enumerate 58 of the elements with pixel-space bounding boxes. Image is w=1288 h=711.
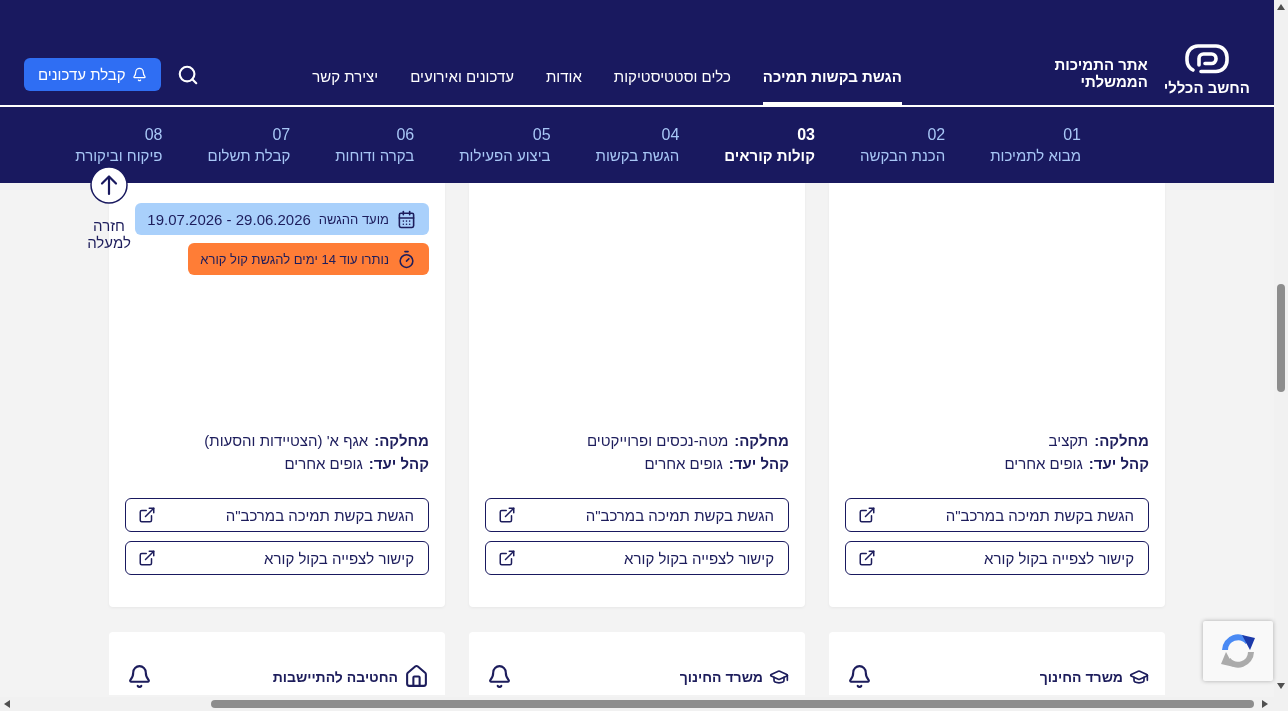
audience-value: גופים אחרים [284, 455, 363, 473]
bell-icon [847, 664, 872, 689]
external-link-button[interactable]: קישור לצפייה בקול קורא [845, 541, 1149, 575]
department-label: מחלקה: [734, 432, 789, 450]
notify-button[interactable] [487, 664, 512, 689]
nav-tab[interactable]: כלים וסטטיסטיקות [613, 48, 731, 105]
nav-tab[interactable]: עדכונים ואירועים [410, 48, 514, 105]
notify-button[interactable] [127, 664, 152, 689]
external-link-icon [138, 549, 156, 567]
scrollbar-thumb[interactable] [1277, 284, 1285, 392]
search-button[interactable] [176, 63, 199, 86]
logo-text: החשב הכללי [1163, 79, 1250, 97]
audience-label: קהל יעד: [728, 455, 789, 473]
audience-label: קהל יעד: [1088, 455, 1149, 473]
external-link-button[interactable]: הגשת בקשת תמיכה במרכב"ה [125, 498, 429, 532]
department-value: תקציב [1048, 432, 1089, 450]
scroll-arrow-icon[interactable] [1277, 682, 1285, 690]
bell-icon [487, 664, 512, 689]
site-title: אתר התמיכות הממשלתי [1053, 55, 1148, 90]
nav-tab[interactable]: אודות [545, 48, 582, 105]
audience-label: קהל יעד: [368, 455, 429, 473]
external-link-icon [138, 506, 156, 524]
card-title: החטיבה להתיישבות [272, 668, 398, 685]
scroll-arrow-icon[interactable] [1277, 3, 1285, 11]
external-link-icon [858, 549, 876, 567]
notify-button[interactable] [847, 664, 872, 689]
deadline-dates: 29.06.2026 - 19.07.2026 [147, 210, 311, 228]
card-title: משרד החינוך [679, 668, 763, 685]
department-label: מחלקה: [374, 432, 429, 450]
card-title: משרד החינוך [1039, 668, 1123, 685]
nav-tab[interactable]: יצירת קשר [312, 48, 379, 105]
external-link-button[interactable]: קישור לצפייה בקול קורא [485, 541, 789, 575]
bell-icon [131, 67, 147, 82]
scrollbar-thumb[interactable] [211, 700, 1254, 708]
calendar-icon [397, 209, 416, 229]
external-link-icon [858, 506, 876, 524]
stopwatch-icon [397, 249, 416, 269]
subscribe-button[interactable]: קבלת עדכונים [24, 58, 161, 91]
audience-value: גופים אחרים [1004, 455, 1083, 473]
external-link-icon [498, 506, 516, 524]
back-to-top-button[interactable]: חזרה למעלה [86, 166, 132, 251]
external-link-button[interactable]: הגשת בקשת תמיכה במרכב"ה [845, 498, 1149, 532]
audience-value: גופים אחרים [644, 455, 723, 473]
house-icon [404, 664, 429, 689]
circular-arrows-icon [1218, 631, 1258, 671]
search-icon [176, 63, 199, 86]
countdown-text: נותרו עוד 14 ימים להגשת קול קורא [200, 251, 389, 267]
department-label: מחלקה: [1094, 432, 1149, 450]
external-link-icon [498, 549, 516, 567]
deadline-label: מועד ההגשה [318, 211, 389, 227]
department-value: מטה-נכסים ופרוייקטים [587, 432, 729, 450]
scroll-arrow-icon[interactable] [1261, 700, 1269, 708]
scroll-arrow-icon[interactable] [3, 700, 11, 708]
department-value: אגף א' (הצטיידות והסעות) [204, 432, 369, 450]
external-link-button[interactable]: הגשת בקשת תמיכה במרכב"ה [485, 498, 789, 532]
external-link-button[interactable]: קישור לצפייה בקול קורא [125, 541, 429, 575]
bell-icon [127, 664, 152, 689]
logo-icon [1184, 44, 1229, 74]
